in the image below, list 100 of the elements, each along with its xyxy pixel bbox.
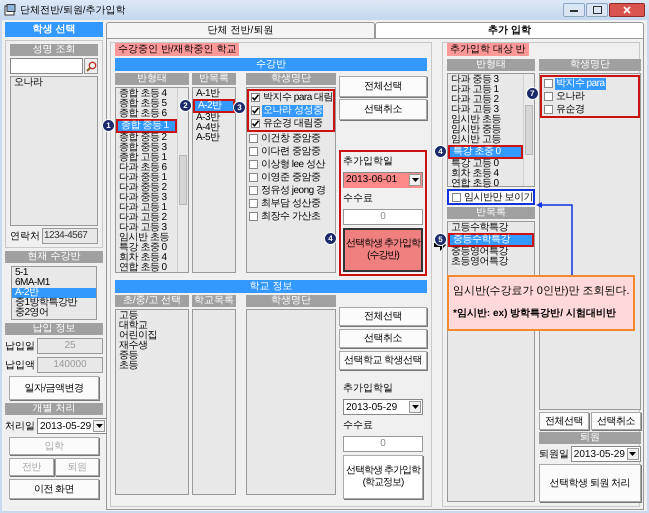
scrollbar[interactable]: [522, 74, 534, 186]
list-item[interactable]: 다과 초등 6: [116, 163, 177, 173]
list-item[interactable]: 재수생: [116, 341, 188, 351]
list-item[interactable]: 5-1: [12, 268, 96, 278]
list-item[interactable]: 다과 중등 3: [116, 193, 177, 203]
student-name[interactable]: 최부담 성산중: [260, 198, 322, 210]
list-item[interactable]: 종합 중등 3: [116, 143, 177, 153]
student-name[interactable]: 이건창 중암중: [260, 132, 322, 144]
list-item[interactable]: 연합 초등 0: [116, 263, 177, 273]
list-item[interactable]: 중등: [116, 351, 188, 361]
add-students-button[interactable]: 선택학생 추가입학 (학교정보): [343, 455, 423, 499]
list-item[interactable]: A-1반: [193, 89, 235, 99]
button[interactable]: 선택취소: [339, 99, 427, 120]
student-name[interactable]: 이상형 lee 성산: [260, 158, 326, 170]
checkbox[interactable]: [249, 134, 258, 143]
list-item[interactable]: A-4반: [193, 123, 235, 133]
button[interactable]: 전체선택: [538, 412, 589, 430]
list-item[interactable]: 어린이집: [116, 331, 188, 341]
checkbox[interactable]: [249, 186, 258, 195]
list-item[interactable]: 종합 초등 6: [116, 109, 177, 119]
list-item[interactable]: 임시반 초등: [116, 233, 177, 243]
list-item[interactable]: 임시반 고등: [448, 135, 523, 145]
minimize-button[interactable]: [563, 3, 585, 17]
student-name[interactable]: 유순경: [554, 104, 586, 116]
button[interactable]: 일자/금액변경: [9, 376, 99, 400]
checkbox[interactable]: [452, 192, 461, 202]
list-item[interactable]: 초등: [116, 361, 188, 371]
list-item[interactable]: 특강 초중 0: [116, 243, 177, 253]
list-item[interactable]: A-3반: [193, 113, 235, 123]
input-field[interactable]: 0: [343, 209, 423, 225]
dropdown-button[interactable]: [409, 174, 421, 186]
button[interactable]: 전체선택: [339, 76, 427, 97]
list-item[interactable]: 중등영어특강: [448, 247, 534, 257]
student-name[interactable]: 이다련 중암중: [260, 146, 322, 158]
list-item[interactable]: 고등수학특강: [448, 223, 534, 233]
tab[interactable]: 단체 전반/퇴원: [106, 22, 375, 38]
checkbox[interactable]: [544, 79, 553, 88]
list-item[interactable]: 다과 고등 1: [448, 85, 523, 95]
checkbox[interactable]: [544, 105, 553, 114]
checkbox[interactable]: [249, 212, 258, 221]
button[interactable]: 전체선택: [339, 307, 427, 326]
list-item[interactable]: 회차 초등 4: [116, 253, 177, 263]
date-dropdown[interactable]: 2013-06-01: [343, 172, 423, 188]
close-button[interactable]: [609, 3, 645, 17]
input-field[interactable]: 1234-4567: [42, 228, 98, 244]
list-item[interactable]: 종합 초등 4: [116, 89, 177, 99]
list-item[interactable]: 종합 초등 5: [116, 99, 177, 109]
student-name[interactable]: 최장수 가산초: [260, 210, 322, 222]
dropdown-button[interactable]: [93, 420, 106, 432]
list-item[interactable]: 6MA-M1: [12, 278, 96, 288]
list-item[interactable]: 중1방학특강반: [12, 298, 96, 308]
date-dropdown[interactable]: 2013-05-29: [343, 399, 423, 415]
button[interactable]: 선택취소: [339, 329, 427, 348]
list-item[interactable]: 특강 고등 0: [448, 159, 523, 169]
list-item[interactable]: 다과 고등 3: [116, 223, 177, 233]
checkbox[interactable]: [249, 199, 258, 208]
list-item[interactable]: 임시반 초등: [448, 115, 523, 125]
checkbox[interactable]: [544, 92, 553, 101]
list-item[interactable]: A-5반: [193, 133, 235, 143]
list-item[interactable]: 다과 고등 3: [448, 105, 523, 115]
list-item[interactable]: 대학교: [116, 321, 188, 331]
list-item[interactable]: 다과 중등 3: [448, 75, 523, 85]
list-item[interactable]: 다과 중등 1: [116, 173, 177, 183]
list-item[interactable]: 초등영어특강: [448, 257, 534, 267]
date-dropdown[interactable]: 2013-05-29: [570, 446, 641, 462]
student-name[interactable]: 오나라: [554, 90, 586, 102]
button[interactable]: 선택학생 퇴원 처리: [538, 464, 641, 502]
list-item[interactable]: 다과 고등 1: [116, 203, 177, 213]
tab[interactable]: 추가 입학: [375, 22, 644, 38]
list-item[interactable]: 다과 중등 2: [116, 183, 177, 193]
search-field[interactable]: [10, 58, 83, 74]
maximize-button[interactable]: [586, 3, 608, 17]
student-name[interactable]: 박지수 para 대림: [262, 92, 334, 104]
student-name[interactable]: 정유성 jeong 경: [260, 184, 327, 196]
list-item[interactable]: 중2영어: [12, 308, 96, 318]
list-item[interactable]: 다과 고등 2: [448, 95, 523, 105]
checkbox[interactable]: [249, 160, 258, 169]
add-students-button[interactable]: 선택학생 추가입학 (수강반): [343, 228, 423, 272]
student-name[interactable]: 이영준 중암중: [260, 172, 322, 184]
button[interactable]: 선택취소: [590, 412, 641, 430]
list-item[interactable]: 연합 초등 0: [448, 179, 523, 189]
checkbox[interactable]: [251, 93, 260, 102]
list-item[interactable]: 오나라: [11, 78, 97, 88]
list-item[interactable]: 고등: [116, 311, 188, 321]
search-button[interactable]: [84, 58, 98, 74]
list-item[interactable]: 회차 초등 4: [448, 169, 523, 179]
checkbox[interactable]: [251, 106, 260, 115]
checkbox[interactable]: [251, 119, 260, 128]
checkbox[interactable]: [249, 147, 258, 156]
list-item[interactable]: 종합 고등 1: [116, 153, 177, 163]
input-field[interactable]: 0: [343, 436, 423, 452]
scrollbar[interactable]: [177, 88, 188, 272]
button[interactable]: 선택학교 학생선택: [339, 351, 427, 370]
list-item[interactable]: 임시반 중등: [448, 125, 523, 135]
list-item[interactable]: 종합 중등 2: [116, 133, 177, 143]
checkbox-option[interactable]: 임시반만 보이기: [447, 189, 535, 205]
dropdown-button[interactable]: [626, 448, 639, 460]
student-name[interactable]: 유순경 대림중: [262, 118, 324, 130]
button[interactable]: 이전 화면: [9, 479, 99, 499]
date-dropdown[interactable]: 2013-05-29: [37, 418, 108, 434]
